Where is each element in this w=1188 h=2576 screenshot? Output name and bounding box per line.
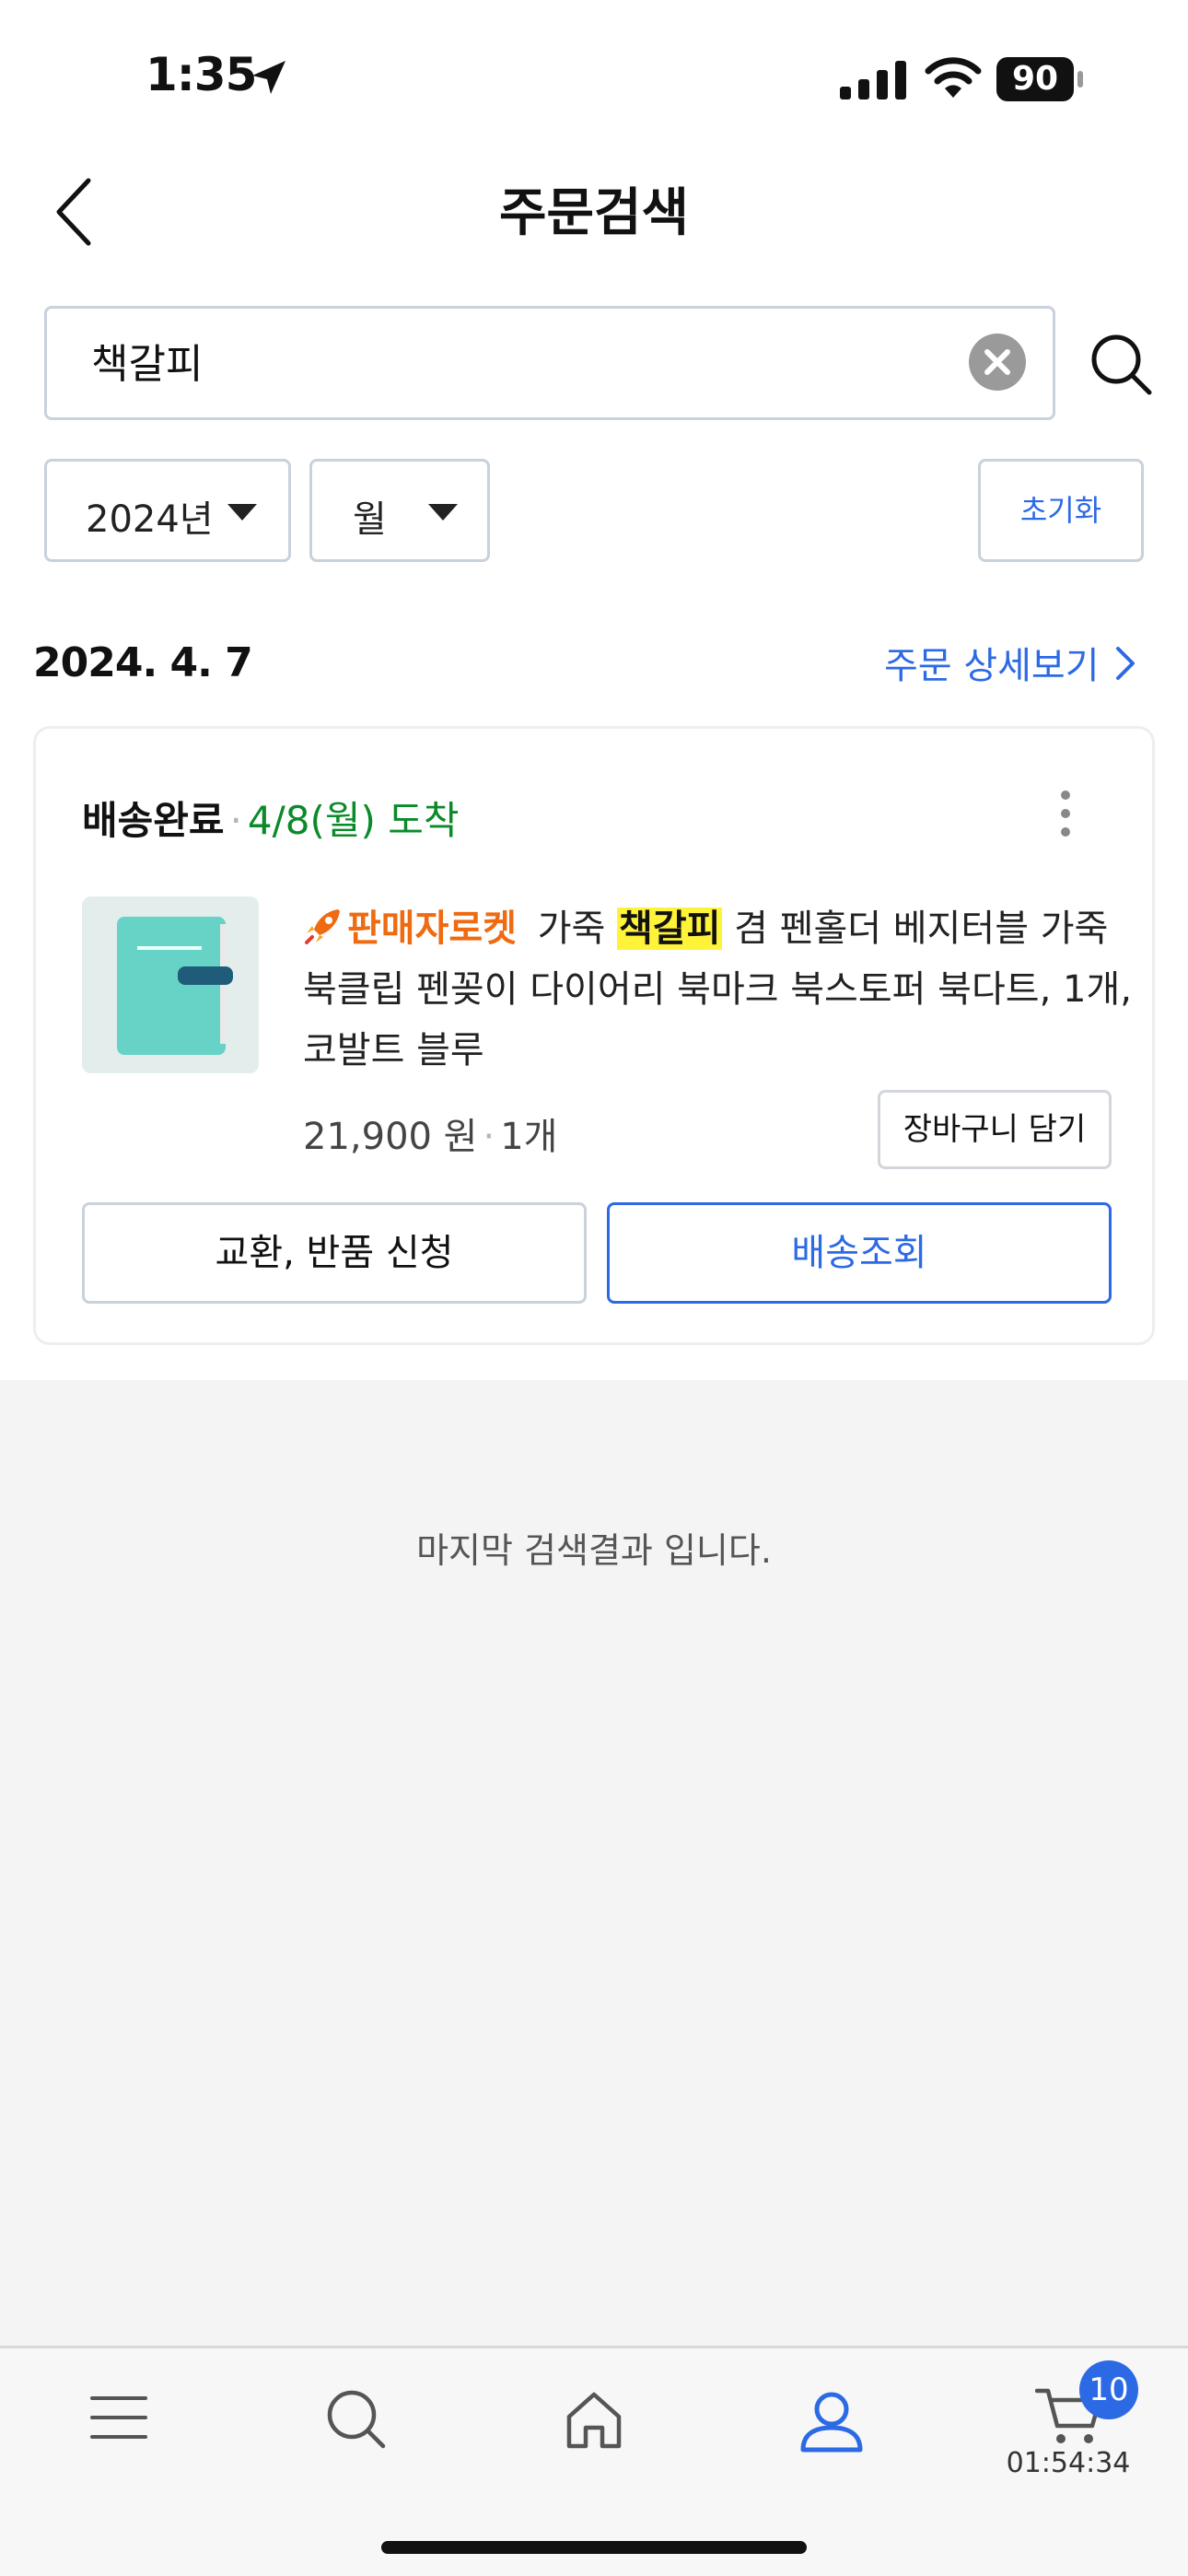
- exchange-return-button[interactable]: 교환, 반품 신청: [82, 1202, 587, 1304]
- search-nav-icon[interactable]: [324, 2387, 389, 2452]
- cellular-signal-icon: [840, 61, 906, 100]
- order-detail-link[interactable]: 주문 상세보기: [884, 636, 1100, 689]
- track-delivery-button[interactable]: 배송조회: [607, 1202, 1112, 1304]
- end-of-results-message: 마지막 검색결과 입니다.: [416, 1530, 772, 1571]
- product-title-prefix: 가죽: [537, 907, 606, 950]
- notebook-image-icon: [82, 896, 259, 1073]
- month-dropdown[interactable]: 월: [309, 459, 490, 562]
- seller-rocket-badge: 판매자로켓: [347, 907, 517, 950]
- year-dropdown-label: 2024년: [86, 498, 214, 541]
- location-arrow-icon: [252, 61, 285, 94]
- rocket-icon: [305, 909, 340, 944]
- order-card: 배송완료 · 4/8(월) 도착 판매자로켓 가죽 책갈피 겸 펜홀더 베지터블…: [33, 726, 1155, 1345]
- wifi-icon: [925, 57, 982, 98]
- search-input[interactable]: [91, 336, 920, 383]
- main-panel: 1:35 90 주문검색 2024년 월 초기화: [0, 0, 1188, 1380]
- cart-timer: 01:54:34: [1006, 2447, 1131, 2479]
- product-thumbnail[interactable]: [82, 896, 259, 1073]
- delivery-status: 배송완료: [82, 798, 225, 843]
- page-title: 주문검색: [498, 183, 690, 243]
- year-dropdown[interactable]: 2024년: [44, 459, 291, 562]
- home-icon[interactable]: [562, 2387, 626, 2452]
- menu-icon[interactable]: [88, 2387, 149, 2448]
- price-line: 21,900 원 · 1개: [303, 1107, 557, 1160]
- product-price: 21,900 원: [303, 1116, 478, 1158]
- my-account-icon[interactable]: [798, 2387, 866, 2455]
- search-box[interactable]: [44, 306, 1055, 420]
- caret-down-icon: [227, 504, 257, 521]
- clear-search-icon[interactable]: [969, 334, 1026, 391]
- caret-down-icon: [428, 504, 458, 521]
- search-term-highlight: 책갈피: [617, 907, 723, 950]
- separator-dot: ·: [483, 1116, 495, 1158]
- status-time: 1:35: [146, 48, 257, 101]
- search-icon[interactable]: [1089, 332, 1155, 398]
- cart-count-badge: 10: [1079, 2360, 1138, 2419]
- month-dropdown-label: 월: [353, 498, 387, 541]
- battery-level: 90: [1011, 60, 1059, 98]
- home-indicator: [381, 2541, 807, 2554]
- add-to-cart-button[interactable]: 장바구니 담기: [878, 1090, 1112, 1169]
- order-date: 2024. 4. 7: [33, 639, 253, 686]
- product-quantity: 1개: [500, 1116, 558, 1158]
- delivery-status-line: 배송완료 · 4/8(월) 도착: [82, 790, 460, 846]
- chevron-right-icon[interactable]: [1114, 645, 1136, 682]
- more-options-icon[interactable]: [1060, 790, 1071, 837]
- reset-button[interactable]: 초기화: [978, 459, 1144, 562]
- separator-dot: ·: [229, 798, 242, 843]
- product-title[interactable]: 판매자로켓 가죽 책갈피 겸 펜홀더 베지터블 가죽 북클립 펜꽂이 다이어리 …: [303, 898, 1150, 1081]
- arrival-date: 4/8(월) 도착: [247, 798, 460, 843]
